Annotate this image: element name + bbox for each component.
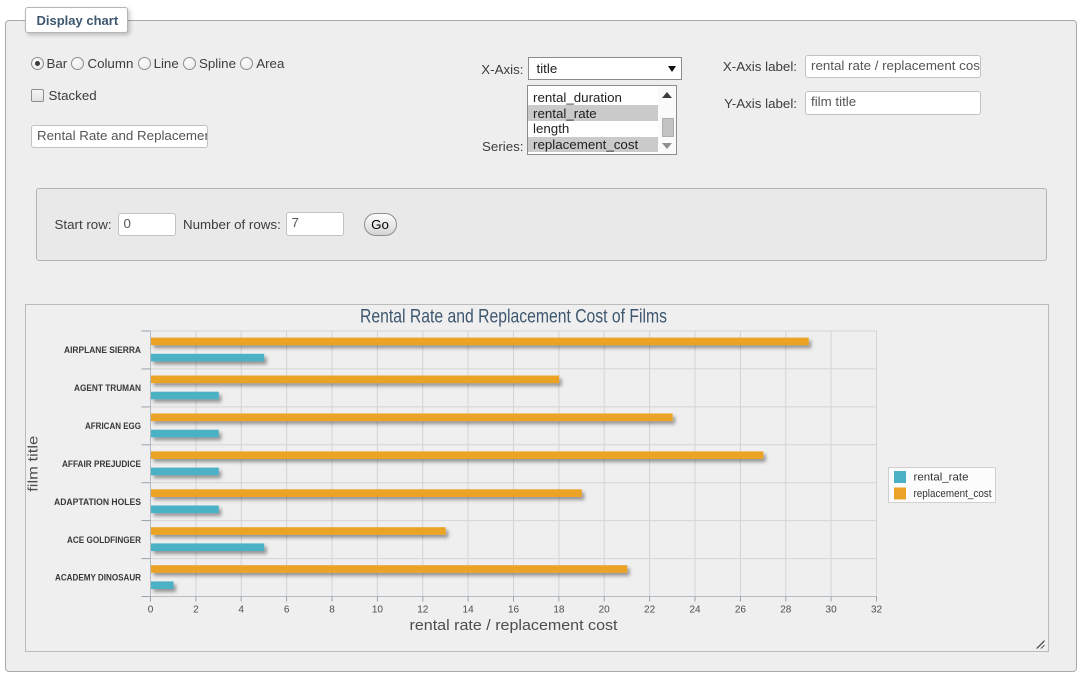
svg-text:rental rate / replacement cost: rental rate / replacement cost [409, 617, 618, 634]
svg-text:20: 20 [598, 604, 610, 615]
svg-text:0: 0 [147, 604, 153, 615]
svg-text:AGENT TRUMAN: AGENT TRUMAN [74, 383, 141, 393]
svg-text:2: 2 [193, 604, 199, 615]
svg-text:6: 6 [283, 604, 289, 615]
svg-text:rental_rate: rental_rate [913, 471, 968, 483]
svg-text:AFRICAN EGG: AFRICAN EGG [85, 421, 141, 431]
svg-text:28: 28 [780, 604, 792, 615]
svg-text:30: 30 [825, 604, 837, 615]
svg-text:ACADEMY DINOSAUR: ACADEMY DINOSAUR [55, 572, 141, 582]
svg-text:10: 10 [371, 604, 383, 615]
svg-text:4: 4 [238, 604, 244, 615]
svg-text:ACE GOLDFINGER: ACE GOLDFINGER [67, 534, 141, 544]
svg-text:ADAPTATION HOLES: ADAPTATION HOLES [54, 496, 141, 506]
svg-text:AIRPLANE SIERRA: AIRPLANE SIERRA [64, 345, 141, 355]
svg-text:film title: film title [26, 435, 41, 491]
svg-text:Rental Rate and Replacement Co: Rental Rate and Replacement Cost of Film… [360, 306, 667, 327]
svg-text:26: 26 [734, 604, 746, 615]
svg-text:8: 8 [329, 604, 335, 615]
svg-text:24: 24 [689, 604, 701, 615]
svg-text:16: 16 [507, 604, 519, 615]
svg-text:22: 22 [644, 604, 656, 615]
svg-text:14: 14 [462, 604, 474, 615]
svg-text:AFFAIR PREJUDICE: AFFAIR PREJUDICE [62, 458, 141, 468]
svg-text:32: 32 [870, 604, 882, 615]
svg-text:12: 12 [417, 604, 429, 615]
svg-text:18: 18 [553, 604, 565, 615]
svg-text:replacement_cost: replacement_cost [913, 488, 991, 500]
